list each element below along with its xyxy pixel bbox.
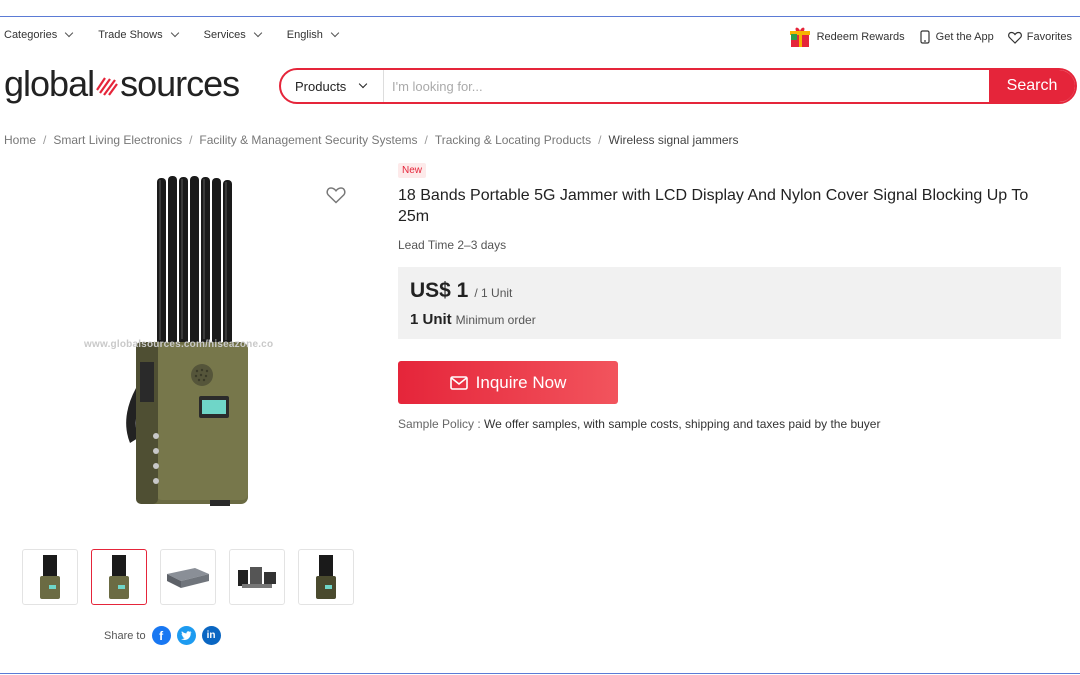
nav-categories[interactable]: Categories (4, 28, 74, 41)
envelope-icon (449, 375, 468, 390)
new-badge: New (398, 163, 427, 178)
share-row: Share to f in (104, 626, 221, 645)
top-navigation: Categories Trade Shows Services English … (0, 24, 1080, 50)
breadcrumb-current[interactable]: Wireless signal jammers (609, 133, 739, 147)
nav-left: Categories Trade Shows Services English (4, 28, 364, 41)
chevron-down-icon (170, 28, 179, 38)
price-panel: US$ 1 / 1 Unit 1 Unit Minimum order (398, 267, 1061, 339)
chevron-down-icon (330, 28, 340, 38)
breadcrumb-separator: / (43, 133, 47, 147)
thumbnail-4[interactable] (229, 549, 285, 605)
search-category-select[interactable]: Products (281, 70, 384, 102)
redeem-rewards-label: Redeem Rewards (816, 31, 905, 43)
search-bar: Products Search (279, 68, 1077, 104)
breadcrumb-security-systems[interactable]: Facility & Management Security Systems (199, 133, 417, 147)
nav-trade-shows-label: Trade Shows (98, 29, 163, 41)
breadcrumb-separator: / (189, 133, 193, 147)
nav-services[interactable]: Services (203, 28, 263, 41)
thumbnail-2-selected[interactable] (91, 549, 147, 605)
global-sources-logo[interactable]: global sources (4, 63, 240, 104)
inquire-now-button[interactable]: Inquire Now (398, 361, 618, 404)
nav-language-label: English (286, 29, 323, 41)
lead-time: Lead Time 2–3 days (398, 238, 507, 252)
breadcrumb-separator: / (424, 133, 428, 147)
gift-icon (789, 27, 810, 47)
thumbnail-5[interactable] (298, 549, 354, 605)
price-row: US$ 1 / 1 Unit (410, 279, 512, 303)
favorite-heart-icon[interactable] (326, 186, 346, 204)
breadcrumb: Home / Smart Living Electronics / Facili… (4, 133, 739, 147)
get-app-link[interactable]: Get the App (919, 30, 994, 44)
logo-mark-icon (96, 77, 118, 96)
linkedin-icon[interactable]: in (201, 626, 221, 645)
nav-right: Redeem Rewards Get the App Favorites (774, 24, 1072, 50)
sample-policy-value: We offer samples, with sample costs, shi… (484, 417, 881, 431)
thumbnail-1[interactable] (22, 549, 78, 605)
jammer-thumbnail-image (40, 555, 60, 599)
thumbnail-strip (22, 549, 354, 605)
jammer-box-thumbnail-image (167, 568, 209, 588)
breadcrumb-smart-living[interactable]: Smart Living Electronics (53, 133, 182, 147)
jammer-thumbnail-image (109, 555, 129, 599)
breadcrumb-home[interactable]: Home (4, 133, 36, 147)
minimum-order-quantity: 1 Unit (410, 311, 452, 328)
window-border-top (0, 16, 1080, 17)
favorites-label: Favorites (1026, 31, 1072, 43)
nav-categories-label: Categories (4, 29, 58, 41)
breadcrumb-tracking[interactable]: Tracking & Locating Products (435, 133, 591, 147)
minimum-order-row: 1 Unit Minimum order (410, 311, 536, 328)
nav-services-label: Services (203, 29, 246, 41)
share-label: Share to (104, 629, 146, 642)
twitter-icon[interactable] (176, 626, 196, 645)
logo-text-global: global (4, 63, 95, 104)
heart-icon (1007, 31, 1022, 44)
search-button[interactable]: Search (989, 70, 1075, 102)
favorites-link[interactable]: Favorites (1007, 31, 1072, 44)
breadcrumb-separator: / (598, 133, 602, 147)
product-title: 18 Bands Portable 5G Jammer with LCD Dis… (398, 187, 1029, 225)
inquire-now-label: Inquire Now (475, 372, 567, 392)
price-unit: / 1 Unit (474, 286, 513, 300)
jammer-thumbnail-image (316, 555, 336, 599)
image-watermark: www.globalsources.com/hiseazone.co (84, 339, 274, 350)
thumbnail-3[interactable] (160, 549, 216, 605)
sample-policy-key: Sample Policy : (398, 417, 481, 431)
chevron-down-icon (359, 79, 368, 89)
window-border-bottom (0, 673, 1080, 674)
search-category-label: Products (295, 78, 347, 94)
price-amount: US$ 1 (410, 279, 469, 302)
nav-trade-shows[interactable]: Trade Shows (98, 28, 179, 41)
facebook-icon[interactable]: f (151, 626, 171, 645)
chevron-down-icon (253, 28, 263, 38)
search-input[interactable] (384, 70, 989, 102)
nav-language[interactable]: English (286, 28, 340, 41)
logo-text-sources: sources (120, 63, 240, 104)
sample-policy: Sample Policy : We offer samples, with s… (398, 417, 880, 431)
get-app-label: Get the App (935, 31, 994, 43)
phone-icon (920, 30, 930, 44)
minimum-order-label: Minimum order (455, 313, 536, 327)
redeem-rewards-link[interactable]: Redeem Rewards (788, 26, 905, 48)
jammer-accessories-thumbnail-image (238, 567, 276, 588)
chevron-down-icon (64, 28, 74, 38)
